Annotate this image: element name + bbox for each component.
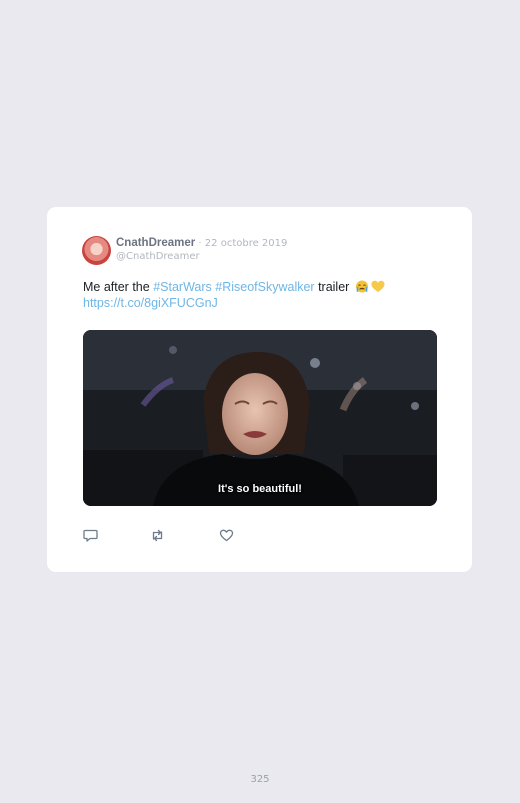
author-name-row: CnathDreamer · 22 octobre 2019 — [116, 235, 287, 250]
hashtag-riseofskywalker[interactable]: #RiseofSkywalker — [215, 280, 314, 294]
crying-face-emoji-icon — [355, 280, 368, 293]
gif-frame-illustration — [83, 330, 437, 506]
date-separator: · — [195, 238, 205, 249]
retweet-button[interactable] — [150, 528, 165, 543]
display-name[interactable]: CnathDreamer — [116, 237, 195, 249]
tweet-text: Me after the #StarWars #RiseofSkywalker … — [83, 279, 443, 311]
avatar[interactable] — [82, 236, 111, 265]
page-number: 325 — [250, 774, 270, 785]
heart-icon — [219, 529, 234, 542]
tweet-card: CnathDreamer · 22 octobre 2019 @CnathDre… — [47, 207, 472, 572]
author-info: CnathDreamer · 22 octobre 2019 @CnathDre… — [116, 235, 287, 263]
hashtag-starwars[interactable]: #StarWars — [153, 280, 212, 294]
reply-icon — [83, 529, 98, 542]
retweet-icon — [152, 529, 163, 542]
yellow-heart-emoji-icon — [371, 280, 385, 292]
tweet-link[interactable]: https://t.co/8giXFUCGnJ — [83, 296, 218, 310]
tweet-text-suffix: trailer — [314, 280, 350, 294]
tweet-date[interactable]: 22 octobre 2019 — [205, 238, 288, 249]
gif-subtitle: It's so beautiful! — [218, 483, 302, 495]
reply-button[interactable] — [83, 528, 98, 543]
tweet-header: CnathDreamer · 22 octobre 2019 @CnathDre… — [82, 235, 287, 265]
like-button[interactable] — [219, 528, 234, 543]
tweet-media-gif[interactable]: It's so beautiful! — [83, 330, 437, 506]
tweet-text-prefix: Me after the — [83, 280, 154, 294]
user-handle[interactable]: @CnathDreamer — [116, 251, 287, 263]
